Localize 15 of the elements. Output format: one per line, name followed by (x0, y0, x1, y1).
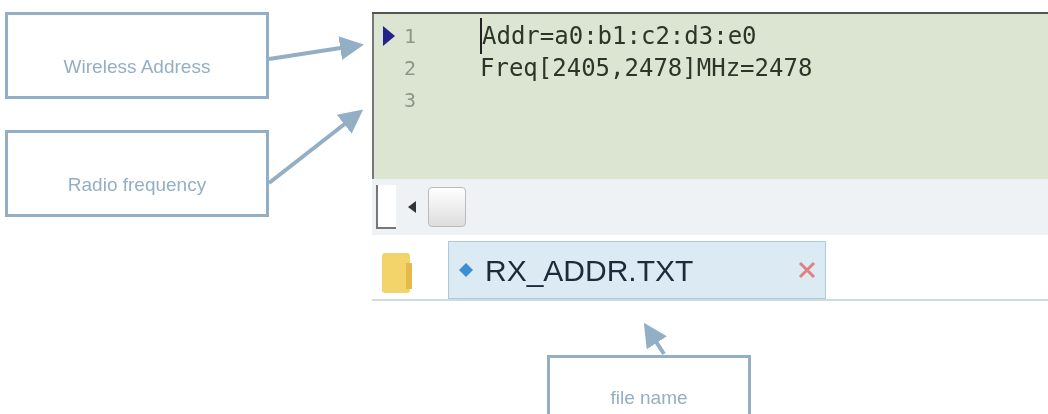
file-tab[interactable]: RX_ADDR.TXT (448, 241, 826, 299)
line-number: 3 (404, 87, 418, 114)
scroll-left-arrow-icon[interactable] (408, 201, 416, 213)
close-icon[interactable] (797, 260, 817, 280)
code-line: Freq[2405,2478]MHz=2478 (480, 53, 813, 84)
callout-label: Radio frequency (67, 174, 207, 195)
folder-icon[interactable] (382, 253, 412, 293)
code-line: Addr=a0:b1:c2:d3:e0 (480, 18, 757, 54)
line-number: 1 (404, 23, 418, 50)
scroll-thumb[interactable] (428, 187, 466, 227)
diamond-icon (459, 263, 473, 277)
callout-label: Wireless Address (63, 56, 211, 77)
callout-label: file name (610, 387, 688, 408)
line-number: 2 (404, 55, 418, 82)
scroll-track-end (376, 185, 396, 229)
